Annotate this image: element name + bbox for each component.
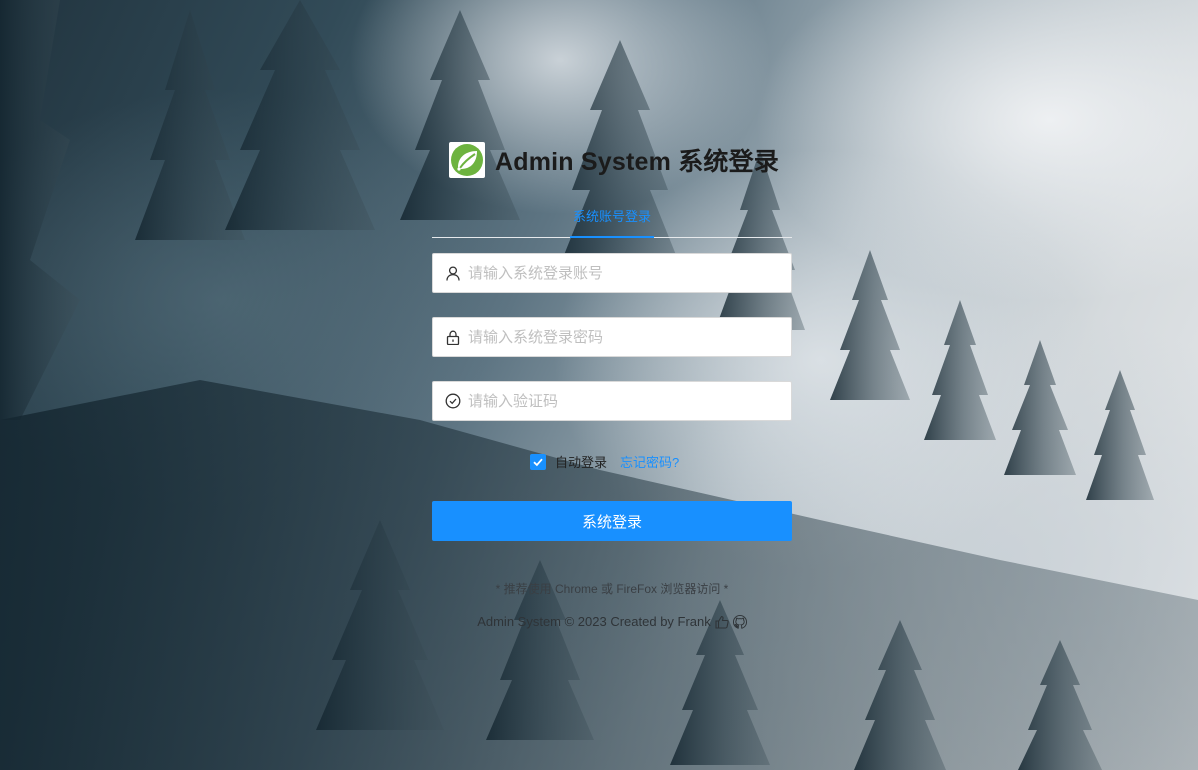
login-tabs: 系统账号登录 [432,200,792,238]
checkmark-icon [533,458,543,466]
captcha-input[interactable] [466,391,780,411]
spring-leaf-logo-icon [449,142,485,178]
username-input[interactable] [466,263,780,283]
auto-login-checkbox[interactable] [530,453,546,470]
tab-active-indicator [570,236,654,238]
password-input[interactable] [466,327,780,347]
check-circle-icon [445,393,461,409]
tab-account-login[interactable]: 系统账号登录 [570,206,654,225]
browser-tip: * 推荐使用 Chrome 或 FireFox 浏览器访问 * [495,582,729,596]
lock-icon [445,329,461,345]
forgot-password-link[interactable]: 忘记密码? [620,452,679,471]
page-title: Admin System 系统登录 [495,148,780,176]
remember-row: 自动登录 忘记密码? [530,452,679,471]
login-button[interactable]: 系统登录 [432,501,792,541]
user-icon [445,265,461,281]
brand-header: Admin System 系统登录 [449,142,779,178]
password-field[interactable] [432,317,792,357]
like-icon[interactable] [715,615,729,629]
username-field[interactable] [432,253,792,293]
captcha-field[interactable] [432,381,792,421]
auto-login-label[interactable]: 自动登录 [555,452,607,471]
footer: Admin System © 2023 Created by Frank [432,614,792,629]
github-icon[interactable] [732,614,747,629]
footer-copyright: Admin System © 2023 Created by Frank [477,614,711,629]
